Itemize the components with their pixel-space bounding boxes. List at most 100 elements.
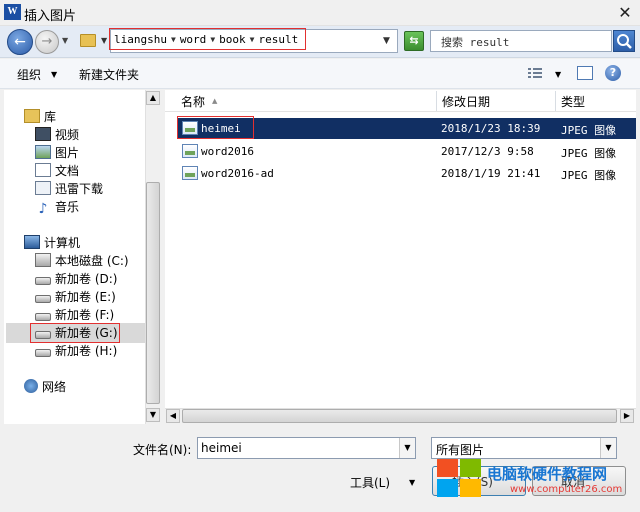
scrollbar-thumb[interactable]: [182, 409, 617, 423]
column-header-date[interactable]: 修改日期: [442, 93, 490, 110]
hard-drive-icon: [35, 331, 51, 339]
arrow-right-icon: →: [41, 34, 53, 49]
watermark-text: 电脑软硬件教程网: [487, 465, 608, 483]
file-row-heimei[interactable]: heimei 2018/1/23 18:39 JPEG 图像: [177, 118, 636, 139]
filename-value[interactable]: heimei: [201, 441, 242, 455]
sidebar-item-documents[interactable]: 文档: [35, 162, 79, 180]
file-name: word2016-ad: [201, 167, 274, 180]
chevron-right-icon[interactable]: ▼: [171, 35, 176, 44]
library-icon: [24, 109, 40, 123]
hard-drive-icon: [35, 295, 51, 303]
filename-dropdown-button[interactable]: ▼: [399, 438, 415, 458]
help-button[interactable]: ?: [605, 65, 621, 81]
list-view-icon: [528, 68, 542, 78]
search-placeholder: 搜索 result: [441, 36, 510, 49]
file-name: heimei: [201, 122, 241, 135]
system-drive-icon: [35, 253, 51, 267]
sidebar-item-drive-c[interactable]: 本地磁盘 (C:): [35, 252, 129, 270]
chevron-down-icon[interactable]: ▼: [51, 70, 57, 79]
sidebar-item-computer[interactable]: 计算机: [24, 234, 80, 252]
file-type: JPEG 图像: [561, 169, 617, 182]
file-name: word2016: [201, 145, 254, 158]
search-button[interactable]: [613, 30, 635, 52]
column-divider[interactable]: [436, 91, 437, 111]
sidebar-item-drive-e[interactable]: 新加卷 (E:): [35, 288, 116, 306]
tools-button[interactable]: 工具(L): [350, 474, 390, 491]
refresh-icon: ⇆: [409, 34, 419, 47]
file-row-word2016[interactable]: word2016 2017/12/3 9:58 JPEG 图像: [177, 141, 636, 162]
view-options-button[interactable]: [527, 66, 543, 80]
sidebar-item-thunder-download[interactable]: 迅雷下载: [35, 180, 103, 198]
document-library-icon: [35, 163, 51, 177]
breadcrumb-item-liangshu[interactable]: liangshu: [114, 33, 167, 46]
chevron-down-icon[interactable]: ▼: [101, 36, 107, 45]
chevron-down-icon[interactable]: ▼: [555, 70, 561, 79]
window-title: 插入图片: [24, 9, 77, 24]
file-date: 2018/1/23 18:39: [441, 122, 541, 135]
chevron-right-icon[interactable]: ▼: [210, 35, 215, 44]
sidebar-item-network[interactable]: 网络: [24, 378, 66, 396]
column-header-type[interactable]: 类型: [561, 93, 585, 110]
network-icon: [24, 379, 38, 393]
sidebar-item-music[interactable]: ♪ 音乐: [35, 198, 79, 216]
hard-drive-icon: [35, 313, 51, 321]
watermark-url: www.computer26.com: [510, 484, 623, 495]
breadcrumb-item-result[interactable]: result: [258, 33, 298, 46]
sidebar-item-videos[interactable]: 视频: [35, 126, 79, 144]
picture-library-icon: [35, 145, 51, 159]
sidebar-item-drive-f[interactable]: 新加卷 (F:): [35, 306, 114, 324]
sidebar-item-libraries[interactable]: 库: [24, 108, 56, 126]
search-icon: [617, 34, 632, 49]
hard-drive-icon: [35, 349, 51, 357]
file-date: 2018/1/19 21:41: [441, 167, 541, 180]
breadcrumb-item-word[interactable]: word: [180, 33, 207, 46]
organize-button[interactable]: 组织: [17, 66, 41, 83]
arrow-left-icon: ←: [14, 34, 26, 50]
title-bar: [0, 0, 640, 26]
folder-icon: [80, 34, 96, 47]
chevron-down-icon: ▼: [404, 443, 411, 452]
forward-button[interactable]: →: [35, 30, 59, 54]
file-type: JPEG 图像: [561, 147, 617, 160]
filetype-dropdown-button[interactable]: ▼: [600, 438, 616, 458]
video-library-icon: [35, 127, 51, 141]
jpeg-image-icon: [182, 166, 198, 180]
breadcrumb[interactable]: liangshu ▼ word ▼ book ▼ result: [114, 33, 298, 46]
scroll-down-button[interactable]: ▼: [146, 408, 160, 422]
close-icon: ✕: [618, 3, 632, 22]
chevron-right-icon[interactable]: ▼: [250, 35, 255, 44]
new-folder-button[interactable]: 新建文件夹: [79, 66, 139, 83]
sidebar-item-pictures[interactable]: 图片: [35, 144, 79, 162]
file-row-word2016-ad[interactable]: word2016-ad 2018/1/19 21:41 JPEG 图像: [177, 163, 636, 184]
sidebar-item-drive-d[interactable]: 新加卷 (D:): [35, 270, 117, 288]
music-library-icon: ♪: [38, 201, 48, 217]
scroll-up-button[interactable]: ▲: [146, 91, 160, 105]
address-dropdown-icon[interactable]: ▼: [383, 36, 390, 46]
watermark-logo: [437, 459, 483, 499]
sort-ascending-icon: ▲: [212, 97, 218, 105]
back-button[interactable]: ←: [7, 29, 33, 55]
close-button[interactable]: ✕: [614, 3, 636, 23]
recent-pages-button[interactable]: ▼: [62, 36, 68, 45]
filename-label: 文件名(N):: [133, 443, 192, 457]
column-header-name[interactable]: 名称: [181, 93, 205, 110]
scroll-left-button[interactable]: ◀: [166, 409, 180, 423]
sidebar-item-drive-g[interactable]: 新加卷 (G:): [35, 324, 118, 342]
chevron-down-icon[interactable]: ▼: [409, 478, 415, 487]
column-divider[interactable]: [555, 91, 556, 111]
computer-icon: [24, 235, 40, 249]
sidebar-item-drive-h[interactable]: 新加卷 (H:): [35, 342, 117, 360]
filetype-value[interactable]: 所有图片: [436, 441, 484, 458]
scrollbar-thumb[interactable]: [146, 182, 160, 404]
jpeg-image-icon: [182, 121, 198, 135]
preview-pane-button[interactable]: [577, 66, 593, 80]
refresh-button[interactable]: ⇆: [404, 31, 424, 51]
file-type: JPEG 图像: [561, 124, 617, 137]
scroll-right-button[interactable]: ▶: [620, 409, 634, 423]
file-date: 2017/12/3 9:58: [441, 145, 534, 158]
chevron-down-icon: ▼: [605, 443, 612, 452]
hard-drive-icon: [35, 277, 51, 285]
jpeg-image-icon: [182, 144, 198, 158]
word-app-icon: W: [4, 4, 21, 20]
breadcrumb-item-book[interactable]: book: [219, 33, 246, 46]
